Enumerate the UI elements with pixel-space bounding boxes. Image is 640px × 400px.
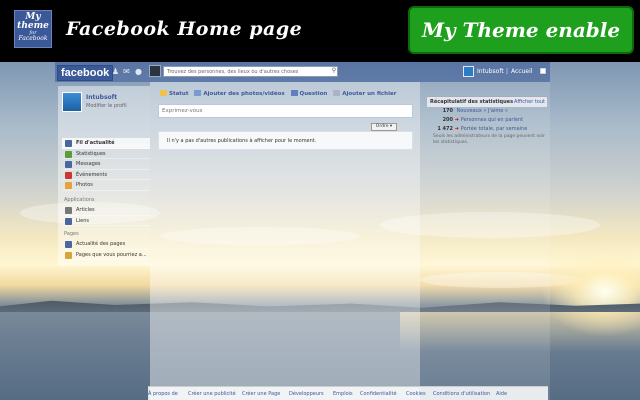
theme-enable-badge[interactable]: My Theme enable <box>408 6 634 54</box>
logo-line: Facebook <box>18 35 48 42</box>
apps-nav: Applications Articles Liens <box>62 196 150 226</box>
nav-label: Statistiques <box>76 150 106 157</box>
footer-link-privacy[interactable]: Confidentialité <box>360 391 397 397</box>
nav-label: Pages que vous pourriez a... <box>76 251 147 258</box>
search-icon[interactable]: ⚲ <box>330 67 338 76</box>
facebook-top-bar: facebook ♟ ✉ ● Trouvez des personnes, de… <box>55 62 550 82</box>
nav-label: Articles <box>76 207 95 213</box>
center-column: Statut Ajouter des photos/vidéos Questio… <box>150 82 420 400</box>
facebook-logo[interactable]: facebook <box>57 65 114 81</box>
status-icon <box>160 90 167 96</box>
my-theme-logo: My theme for Facebook <box>14 10 52 48</box>
nav-item-suggested-pages[interactable]: Pages que vous pourriez a... <box>62 250 150 260</box>
stat-label: Nouveaux « J'aime » <box>456 108 508 114</box>
suggested-pages-icon <box>65 251 72 259</box>
footer-link-help[interactable]: Aide <box>496 391 507 397</box>
add-photo-action[interactable]: Ajouter des photos/vidéos <box>194 90 285 97</box>
settings-icon[interactable] <box>540 68 546 74</box>
stat-value: 1 472 <box>437 126 453 132</box>
links-icon <box>65 217 72 225</box>
footer-link-jobs[interactable]: Emplois <box>333 391 353 397</box>
nav-item-links[interactable]: Liens <box>62 216 150 226</box>
status-action[interactable]: Statut <box>160 90 189 97</box>
see-all-link[interactable]: Afficher tout <box>514 99 545 105</box>
pages-heading: Pages <box>64 231 79 237</box>
nav-item-news-feed[interactable]: Fil d'actualité <box>62 138 150 149</box>
nav-label: Photos <box>76 182 93 188</box>
user-avatar[interactable] <box>463 66 474 77</box>
add-photo-label: Ajouter des photos/vidéos <box>203 90 285 97</box>
stat-row[interactable]: 200 ➜ Personnes qui en parlent <box>427 116 547 125</box>
footer-link-create-ad[interactable]: Créer une publicité <box>188 391 236 397</box>
footer-link-terms[interactable]: Conditions d'utilisation <box>433 391 490 397</box>
add-file-action[interactable]: Ajouter un fichier <box>333 90 397 97</box>
profile-avatar[interactable] <box>62 92 82 112</box>
themed-facebook-screen: Statut Ajouter des photos/vidéos Questio… <box>0 62 640 400</box>
main-nav: Fil d'actualité Statistiques Messages Év… <box>62 138 150 191</box>
stat-label: Personnes qui en parlent <box>460 117 524 123</box>
left-sidebar: Intubsoft Modifier le profil Fil d'actua… <box>58 86 150 266</box>
photos-icon <box>65 182 72 189</box>
messages-icon[interactable]: ✉ <box>122 67 131 76</box>
footer-link-cookies[interactable]: Cookies <box>406 391 426 397</box>
nav-label: Événements <box>76 171 108 178</box>
apps-heading: Applications <box>64 197 95 203</box>
messages-icon <box>65 161 72 168</box>
top-separator: | <box>506 68 509 75</box>
profile-name[interactable]: Intubsoft <box>86 94 117 101</box>
nav-label: Liens <box>76 217 90 224</box>
nav-item-statistics[interactable]: Statistiques <box>62 149 150 159</box>
statistics-summary: Récapitulatif des statistiques Afficher … <box>427 96 547 156</box>
statistics-note: Seuls les administrateurs de la page peu… <box>433 134 546 145</box>
theme-thumbnail[interactable] <box>149 65 161 77</box>
file-icon <box>333 90 341 96</box>
add-file-label: Ajouter un fichier <box>342 90 397 97</box>
stat-row[interactable]: 170 Nouveaux « J'aime » <box>427 107 547 116</box>
nav-label: Messages <box>76 161 101 167</box>
order-dropdown[interactable]: Ordre ▾ <box>371 123 397 131</box>
stat-arrow: ➜ <box>454 126 459 132</box>
empty-feed-message: Il n'y a pas d'autres publications à aff… <box>158 131 413 150</box>
calendar-icon <box>65 171 72 179</box>
status-composer-input[interactable]: Exprimez-vous <box>158 104 413 118</box>
question-action[interactable]: Question <box>290 90 328 97</box>
notifications-icon[interactable]: ● <box>134 67 143 76</box>
home-link[interactable]: Accueil <box>511 68 532 75</box>
stat-value: 170 <box>442 108 453 114</box>
footer-link-create-page[interactable]: Créer une Page <box>242 391 280 397</box>
nav-item-events[interactable]: Événements <box>62 170 150 180</box>
stat-row[interactable]: 1 472 ➜ Portée totale, par semaine <box>427 125 547 134</box>
nav-label: Actualité des pages <box>76 241 126 247</box>
statistics-header: Récapitulatif des statistiques Afficher … <box>427 96 547 107</box>
status-label: Statut <box>169 90 189 97</box>
articles-icon <box>65 207 72 214</box>
stat-label: Portée totale, par semaine <box>460 126 528 132</box>
pages-nav: Pages Actualité des pages Pages que vous… <box>62 230 150 260</box>
nav-item-messages[interactable]: Messages <box>62 159 150 170</box>
nav-label: Fil d'actualité <box>76 140 115 146</box>
pages-feed-icon <box>65 241 72 248</box>
top-user-name[interactable]: Intubsoft <box>477 68 504 75</box>
composer-actions: Statut Ajouter des photos/vidéos Questio… <box>160 90 400 100</box>
footer-link-about[interactable]: À propos de <box>148 391 178 397</box>
promo-header: My theme for Facebook Facebook Home page… <box>0 0 640 62</box>
edit-profile-link[interactable]: Modifier le profil <box>86 103 127 109</box>
stat-value: 200 <box>442 117 453 123</box>
promo-title: Facebook Home page <box>66 18 303 40</box>
friend-requests-icon[interactable]: ♟ <box>111 67 120 76</box>
footer-link-developers[interactable]: Développeurs <box>289 391 324 397</box>
nav-item-articles[interactable]: Articles <box>62 205 150 216</box>
nav-item-pages-feed[interactable]: Actualité des pages <box>62 239 150 250</box>
question-label: Question <box>299 90 328 97</box>
statistics-title: Récapitulatif des statistiques <box>430 99 514 105</box>
news-feed-icon <box>65 140 72 147</box>
page-footer: À propos de Créer une publicité Créer un… <box>148 386 548 400</box>
nav-item-photos[interactable]: Photos <box>62 180 150 191</box>
question-icon <box>290 90 298 96</box>
search-input[interactable]: Trouvez des personnes, des lieux ou d'au… <box>163 66 338 77</box>
stat-arrow: ➜ <box>454 117 459 123</box>
statistics-icon <box>65 150 72 158</box>
camera-icon <box>194 90 202 96</box>
